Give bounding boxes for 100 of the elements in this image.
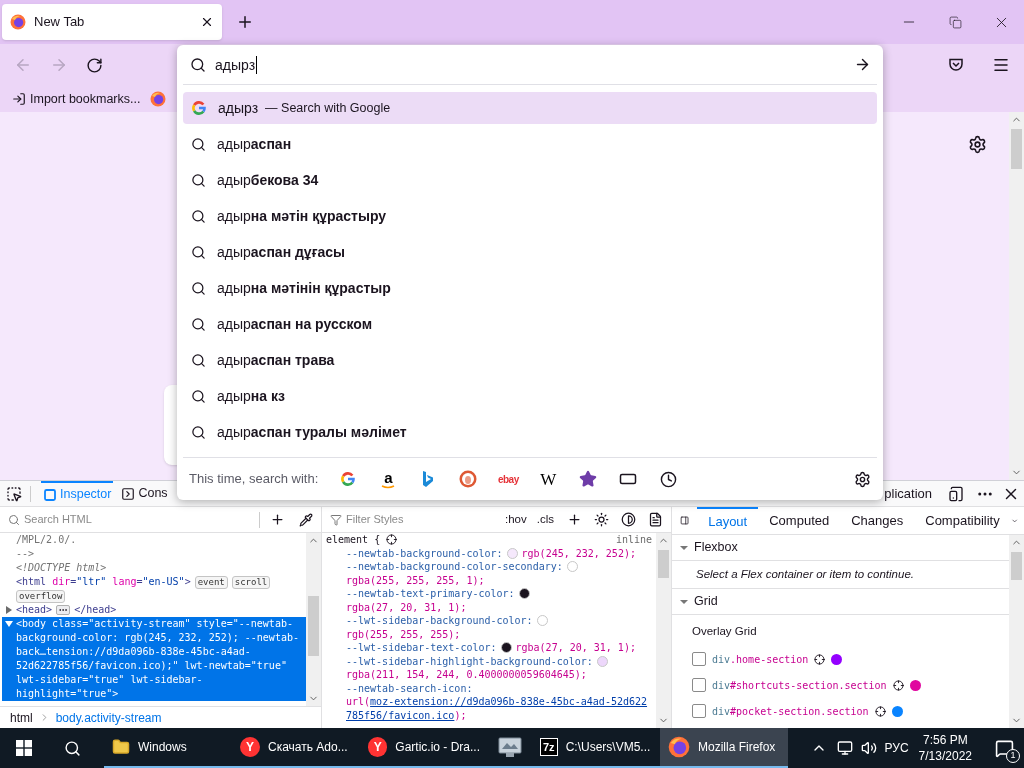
suggestion-row[interactable]: адыраспан bbox=[183, 128, 877, 160]
address-field[interactable]: адырз bbox=[215, 52, 854, 77]
markup-badge[interactable]: overflow bbox=[16, 590, 66, 603]
search-icon bbox=[191, 208, 206, 224]
section-title[interactable]: Flexbox bbox=[694, 538, 738, 557]
highlight-icon[interactable] bbox=[874, 705, 886, 717]
app-icon: Y bbox=[368, 737, 388, 757]
color-swatch[interactable] bbox=[536, 615, 548, 627]
toggle-link[interactable]: .cls bbox=[533, 510, 557, 529]
color-swatch[interactable] bbox=[596, 655, 608, 667]
sidebar-tab[interactable]: Compatibility bbox=[914, 506, 1011, 535]
close-icon[interactable] bbox=[200, 15, 214, 29]
monitor-icon bbox=[498, 736, 522, 758]
checkbox[interactable] bbox=[692, 678, 706, 693]
taskbar-button[interactable]: Y Скачать Ado... bbox=[232, 728, 360, 768]
collapsed-content-icon[interactable] bbox=[56, 605, 71, 615]
suggestion-row[interactable]: адыраспан трава bbox=[183, 344, 877, 376]
search-engine-icon[interactable] bbox=[459, 470, 478, 488]
sidebar-tab[interactable]: Layout bbox=[697, 506, 759, 535]
responsive-design-icon[interactable] bbox=[948, 485, 964, 502]
scrollbar[interactable] bbox=[656, 533, 671, 728]
sidebar-tab[interactable]: Computed bbox=[758, 506, 841, 535]
color-swatch[interactable] bbox=[500, 642, 512, 654]
notifications-icon[interactable] bbox=[994, 738, 1014, 758]
suggestion-row[interactable]: адырна кз bbox=[183, 380, 877, 412]
filter-field[interactable]: Filter Styles bbox=[346, 511, 498, 528]
settings-icon[interactable] bbox=[968, 135, 987, 154]
light-scheme-icon[interactable] bbox=[594, 512, 609, 527]
search-engine-icon[interactable] bbox=[421, 470, 436, 488]
scrollbar[interactable] bbox=[1009, 112, 1024, 480]
markup-badge[interactable]: event bbox=[194, 575, 228, 589]
checkbox[interactable] bbox=[692, 704, 706, 719]
new-tab-icon[interactable] bbox=[236, 13, 254, 31]
bookmark-item[interactable]: Import bookmarks... bbox=[12, 89, 141, 109]
suggestion-row[interactable]: адыраспан на русском bbox=[183, 308, 877, 340]
settings-icon[interactable] bbox=[854, 470, 871, 488]
collapse-arrow-icon[interactable] bbox=[680, 543, 688, 552]
section-title[interactable]: Grid bbox=[694, 592, 718, 611]
menu-icon[interactable] bbox=[992, 56, 1010, 74]
highlight-icon[interactable] bbox=[892, 679, 904, 691]
suggestion-row[interactable]: адырбекова 34 bbox=[183, 164, 877, 196]
pocket-icon[interactable] bbox=[948, 57, 964, 73]
taskbar-button[interactable]: Mozilla Firefox bbox=[660, 728, 788, 768]
expand-arrow-icon[interactable] bbox=[5, 606, 13, 614]
network-icon[interactable] bbox=[836, 740, 853, 756]
restore-icon[interactable] bbox=[948, 15, 962, 29]
breadcrumb[interactable]: body.activity-stream bbox=[55, 708, 162, 727]
reload-icon[interactable] bbox=[86, 56, 103, 74]
add-node-icon[interactable] bbox=[270, 512, 285, 527]
sidebar-tab[interactable]: Changes bbox=[840, 506, 915, 535]
star-icon[interactable] bbox=[579, 470, 598, 488]
toggle-link[interactable]: :hov bbox=[502, 510, 530, 529]
print-media-icon[interactable] bbox=[648, 512, 663, 527]
taskbar-button[interactable]: Windows bbox=[104, 728, 232, 768]
search-icon bbox=[191, 244, 206, 260]
color-swatch[interactable] bbox=[518, 588, 530, 600]
rule-source: inline bbox=[615, 533, 652, 547]
suggestion-row[interactable]: адыраспан туралы мәлімет bbox=[183, 416, 877, 448]
volume-icon[interactable] bbox=[860, 740, 877, 756]
taskbar-button[interactable]: Y Gartic.io - Dra... bbox=[360, 728, 488, 768]
devtools-tab[interactable]: Cons bbox=[119, 481, 170, 506]
suggestion-row[interactable]: адырна мәтін құрастыру bbox=[183, 200, 877, 232]
collapse-arrow-icon[interactable] bbox=[680, 597, 688, 606]
start-icon[interactable] bbox=[16, 740, 32, 756]
suggestion-row[interactable]: адырна мәтінін құрастыр bbox=[183, 272, 877, 304]
scrollbar-thumb[interactable] bbox=[1011, 552, 1022, 580]
suggestion-row[interactable]: адыраспан дұғасы bbox=[183, 236, 877, 268]
highlight-icon[interactable] bbox=[386, 534, 398, 546]
search-icon[interactable] bbox=[63, 739, 81, 757]
color-swatch[interactable] bbox=[566, 561, 578, 573]
devtools-tab[interactable]: plication bbox=[882, 481, 934, 506]
suggestion-row[interactable]: адырз — Search with Google bbox=[183, 92, 877, 124]
search-field[interactable]: Search HTML bbox=[24, 511, 249, 528]
checkbox[interactable] bbox=[692, 652, 706, 667]
browser-tab[interactable]: New Tab bbox=[2, 4, 222, 40]
add-rule-icon[interactable] bbox=[567, 512, 582, 527]
element-picker-icon[interactable] bbox=[6, 485, 22, 502]
language-indicator[interactable]: РУС bbox=[884, 739, 909, 757]
markup-badge[interactable]: scroll bbox=[231, 575, 271, 589]
markup-text: <!DOCTYPE html> bbox=[16, 561, 107, 575]
clock[interactable]: 7:56 PM 7/13/2022 bbox=[918, 732, 972, 764]
toggle-pane-icon[interactable] bbox=[680, 513, 690, 528]
rule-selector: element { bbox=[326, 533, 381, 547]
highlight-icon[interactable] bbox=[814, 653, 826, 665]
scrollbar[interactable] bbox=[1009, 535, 1024, 728]
search-engine-icon[interactable]: ebay bbox=[497, 471, 519, 487]
color-swatch[interactable] bbox=[506, 547, 518, 559]
breadcrumb[interactable]: html bbox=[10, 708, 33, 727]
scrollbar-thumb[interactable] bbox=[1011, 129, 1022, 169]
devtools-tab[interactable]: Inspector bbox=[41, 481, 114, 506]
scrollbar[interactable] bbox=[306, 533, 321, 706]
scrollbar-thumb[interactable] bbox=[658, 550, 669, 578]
contrast-icon[interactable] bbox=[621, 512, 636, 527]
go-icon[interactable] bbox=[854, 56, 871, 73]
eyedropper-icon[interactable] bbox=[299, 512, 313, 527]
scrollbar-thumb[interactable] bbox=[308, 596, 319, 656]
collapse-arrow-icon[interactable] bbox=[5, 620, 13, 628]
property-value: rgb(255, 255, 255); bbox=[346, 627, 461, 641]
clock-icon[interactable] bbox=[659, 470, 677, 488]
search-engine-icon[interactable]: W bbox=[540, 470, 557, 488]
